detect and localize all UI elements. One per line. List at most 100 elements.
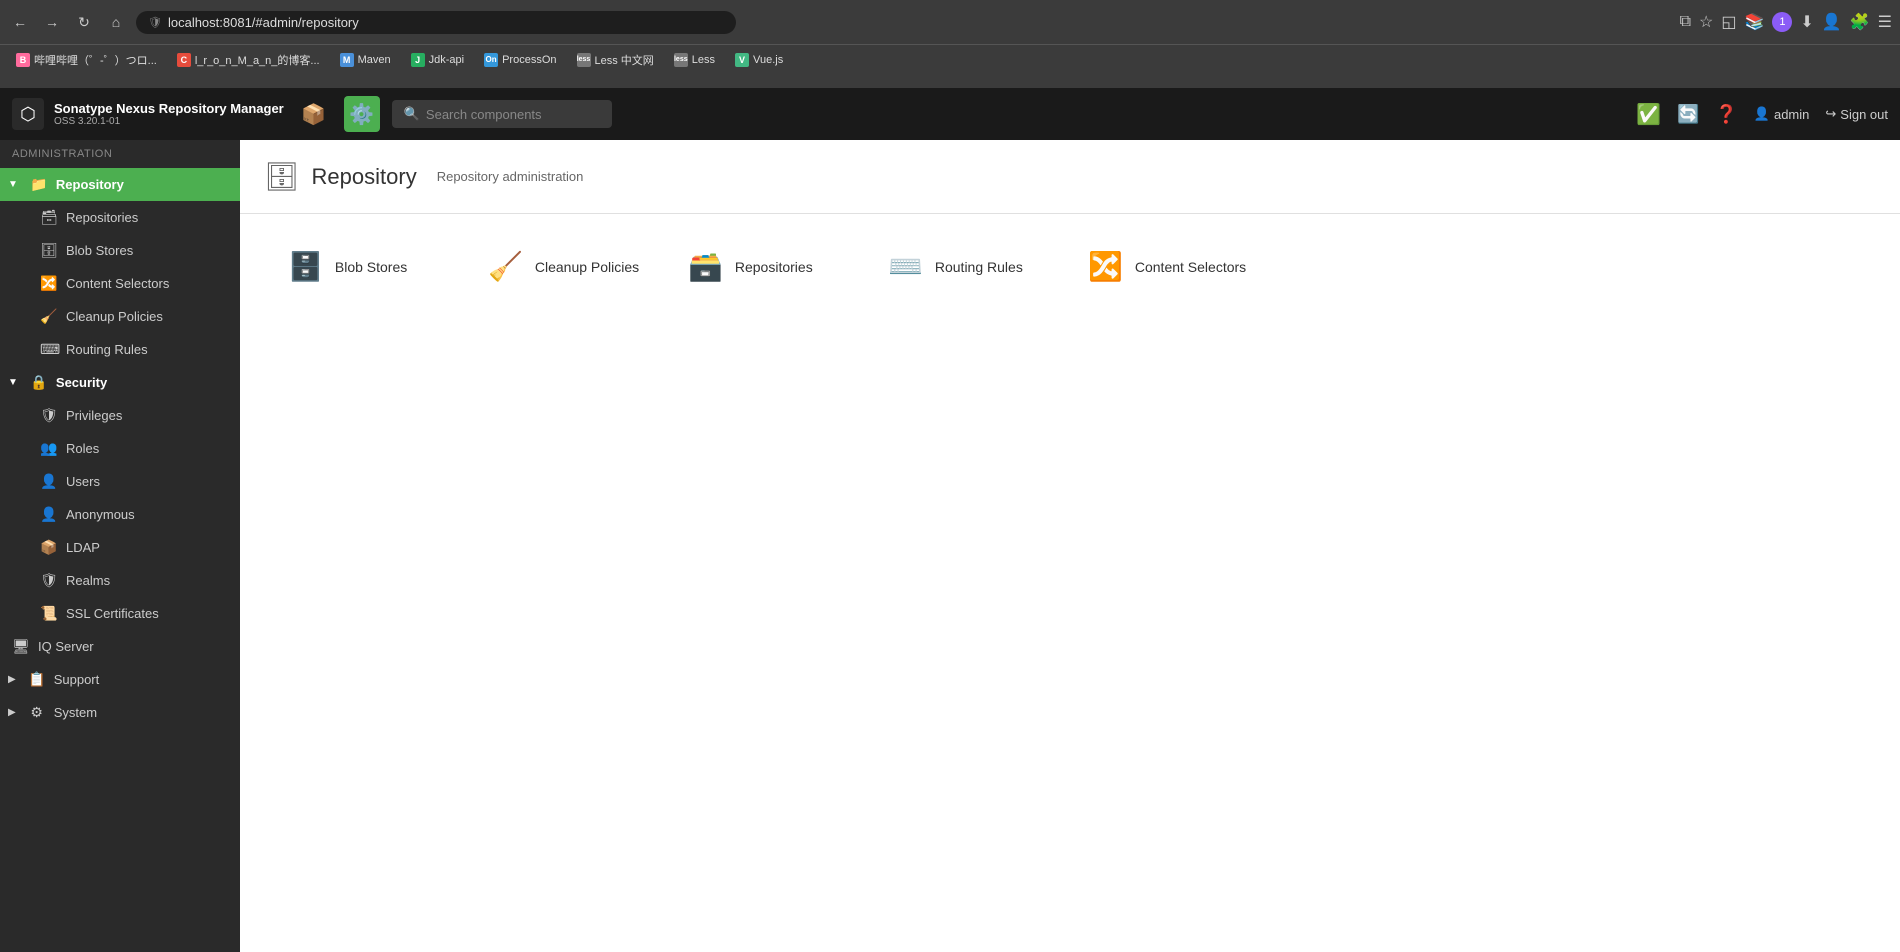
sidebar-item-blob-stores[interactable]: 🗄 Blob Stores — [0, 234, 240, 267]
browse-icon-btn[interactable]: 📦 — [296, 96, 332, 132]
home-button[interactable]: ⌂ — [104, 10, 128, 34]
sidebar-security-label: Security — [56, 375, 107, 390]
refresh-icon[interactable]: 🔄 — [1677, 104, 1699, 125]
bookmark-jdk[interactable]: J Jdk-api — [403, 51, 472, 69]
bookmark-bilibili[interactable]: B 哔哩哔哩（゜-゜）つロ... — [8, 50, 165, 70]
translate-icon[interactable]: ⧉ — [1680, 13, 1691, 31]
processon-favicon: On — [484, 53, 498, 67]
sidebar-support-label: Support — [54, 672, 100, 687]
routing-rules-card-label: Routing Rules — [935, 259, 1023, 275]
bookmark-star-icon[interactable]: ☆ — [1699, 12, 1713, 32]
sidebar-item-privileges[interactable]: 🛡 Privileges — [0, 399, 240, 432]
system-arrow-icon: ▶ — [8, 707, 16, 718]
search-box[interactable]: 🔍 Search components — [392, 100, 612, 128]
bookmark-maven[interactable]: M Maven — [332, 51, 399, 69]
page-header: 🗄 Repository Repository administration — [240, 140, 1900, 214]
repository-arrow-icon: ▼ — [8, 179, 18, 190]
card-blob-stores[interactable]: 🗄️ Blob Stores — [264, 234, 464, 299]
security-arrow-icon: ▼ — [8, 377, 18, 388]
sidebar-item-realms[interactable]: 🛡 Realms — [0, 564, 240, 597]
sidebar-item-repositories[interactable]: 🗃 Repositories — [0, 201, 240, 234]
pocket-icon[interactable]: ◱ — [1721, 12, 1736, 32]
sidebar-item-security[interactable]: ▼ 🔒 Security — [0, 366, 240, 399]
sidebar-item-repository[interactable]: ▼ 📁 Repository — [0, 168, 240, 201]
sidebar-item-roles[interactable]: 👥 Roles — [0, 432, 240, 465]
sidebar-item-system[interactable]: ▶ ⚙ System — [0, 696, 240, 729]
sidebar-item-ssl-certificates[interactable]: 📜 SSL Certificates — [0, 597, 240, 630]
sidebar-content-selectors-label: Content Selectors — [66, 276, 169, 291]
profile-icon[interactable]: 👤 — [1822, 12, 1842, 32]
sidebar-roles-label: Roles — [66, 441, 99, 456]
app-version: OSS 3.20.1-01 — [54, 116, 284, 127]
repositories-card-icon: 🗃️ — [688, 250, 723, 283]
sidebar-users-label: Users — [66, 474, 100, 489]
sidebar-item-iq-server[interactable]: 🖥 IQ Server — [0, 630, 240, 663]
signout-icon: ↪ — [1825, 106, 1836, 122]
sidebar-item-ldap[interactable]: 📦 LDAP — [0, 531, 240, 564]
top-nav: ⬡ Sonatype Nexus Repository Manager OSS … — [0, 88, 1900, 140]
bookmarks-icon[interactable]: 📚 — [1744, 12, 1764, 32]
app-container: ⬡ Sonatype Nexus Repository Manager OSS … — [0, 88, 1900, 952]
app-title: Sonatype Nexus Repository Manager — [54, 101, 284, 117]
support-arrow-icon: ▶ — [8, 674, 16, 685]
search-icon: 🔍 — [404, 106, 420, 122]
bookmark-blog[interactable]: C l_r_o_n_M_a_n_的博客... — [169, 50, 328, 70]
back-button[interactable]: ← — [8, 10, 32, 34]
app-logo: ⬡ Sonatype Nexus Repository Manager OSS … — [12, 98, 284, 130]
sidebar: Administration ▼ 📁 Repository 🗃 Reposito… — [0, 140, 240, 952]
repository-icon: 📁 — [30, 176, 48, 193]
system-icon: ⚙ — [28, 704, 46, 721]
admin-section-header: Administration — [0, 140, 240, 168]
bookmark-processon[interactable]: On ProcessOn — [476, 51, 564, 69]
user-icon: 👤 — [1754, 106, 1770, 122]
bookmark-less[interactable]: less Less — [666, 51, 723, 69]
sidebar-item-content-selectors[interactable]: 🔀 Content Selectors — [0, 267, 240, 300]
page-subtitle: Repository administration — [437, 169, 584, 184]
extensions-icon[interactable]: 🧩 — [1850, 12, 1870, 32]
signout-label: Sign out — [1840, 107, 1888, 122]
less-cn-favicon: less — [577, 53, 591, 67]
search-placeholder: Search components — [426, 107, 542, 122]
sidebar-ldap-label: LDAP — [66, 540, 100, 555]
support-icon: 📋 — [28, 671, 46, 688]
main-layout: Administration ▼ 📁 Repository 🗃 Reposito… — [0, 140, 1900, 952]
routing-rules-card-icon: ⌨️ — [888, 250, 923, 283]
sidebar-anonymous-label: Anonymous — [66, 507, 135, 522]
admin-name: admin — [1774, 107, 1809, 122]
content-selectors-card-icon: 🔀 — [1088, 250, 1123, 283]
card-cleanup-policies[interactable]: 🧹 Cleanup Policies — [464, 234, 664, 299]
sidebar-item-support[interactable]: ▶ 📋 Support — [0, 663, 240, 696]
help-icon[interactable]: ❓ — [1715, 104, 1737, 125]
card-content-selectors[interactable]: 🔀 Content Selectors — [1064, 234, 1270, 299]
sidebar-routing-rules-label: Routing Rules — [66, 342, 148, 357]
sidebar-item-users[interactable]: 👤 Users — [0, 465, 240, 498]
notification-icon[interactable]: 1 — [1772, 12, 1792, 32]
card-repositories[interactable]: 🗃️ Repositories — [664, 234, 864, 299]
bookmark-less-cn[interactable]: less Less 中文网 — [569, 50, 662, 70]
sidebar-item-cleanup-policies[interactable]: 🧹 Cleanup Policies — [0, 300, 240, 333]
cleanup-policies-card-icon: 🧹 — [488, 250, 523, 283]
sidebar-repository-label: Repository — [56, 177, 124, 192]
realms-icon: 🛡 — [40, 572, 58, 589]
refresh-button[interactable]: ↻ — [72, 10, 96, 34]
blob-stores-card-icon: 🗄️ — [288, 250, 323, 283]
menu-icon[interactable]: ☰ — [1878, 12, 1892, 32]
blob-stores-card-label: Blob Stores — [335, 259, 407, 275]
bookmark-vuejs[interactable]: V Vue.js — [727, 51, 791, 69]
security-icon: 🔒 — [30, 374, 48, 391]
signout-button[interactable]: ↪ Sign out — [1825, 106, 1888, 122]
forward-button[interactable]: → — [40, 10, 64, 34]
card-routing-rules[interactable]: ⌨️ Routing Rules — [864, 234, 1064, 299]
admin-icon-btn[interactable]: ⚙️ — [344, 96, 380, 132]
address-bar[interactable]: 🛡 localhost:8081/#admin/repository — [136, 11, 736, 34]
browser-toolbar: ← → ↻ ⌂ 🛡 localhost:8081/#admin/reposito… — [0, 0, 1900, 44]
ldap-icon: 📦 — [40, 539, 58, 556]
sidebar-item-anonymous[interactable]: 👤 Anonymous — [0, 498, 240, 531]
status-ok-icon: ✅ — [1636, 102, 1661, 127]
vue-favicon: V — [735, 53, 749, 67]
ssl-icon: 📜 — [40, 605, 58, 622]
download-icon[interactable]: ⬇ — [1800, 12, 1813, 32]
blob-stores-icon: 🗄 — [40, 242, 58, 259]
sidebar-item-routing-rules[interactable]: ⌨ Routing Rules — [0, 333, 240, 366]
sidebar-ssl-label: SSL Certificates — [66, 606, 159, 621]
